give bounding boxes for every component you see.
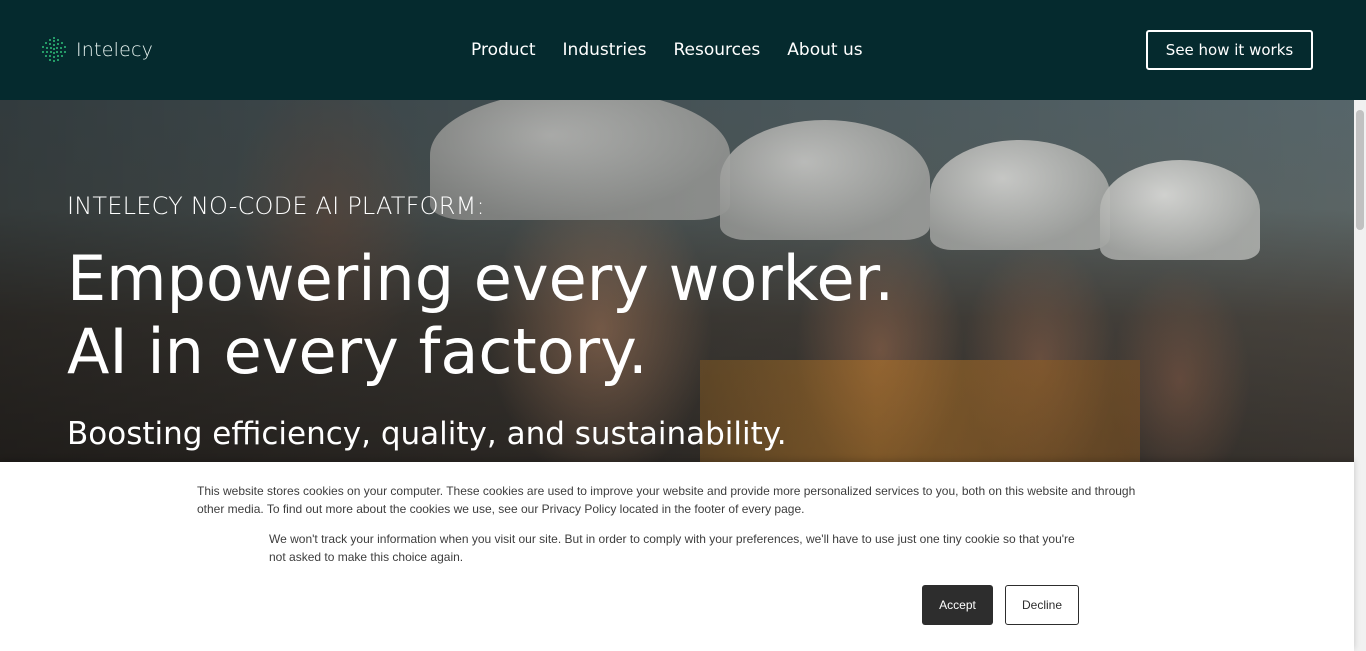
see-how-it-works-button[interactable]: See how it works bbox=[1146, 30, 1313, 70]
hero-title-line-1: Empowering every worker. bbox=[67, 242, 895, 315]
main-nav: Product Industries Resources About us bbox=[471, 38, 890, 62]
site-header: Intelecy Product Industries Resources Ab… bbox=[0, 0, 1366, 100]
accept-cookies-button[interactable]: Accept bbox=[922, 585, 993, 625]
decline-cookies-button[interactable]: Decline bbox=[1005, 585, 1079, 625]
brand-logo[interactable]: Intelecy bbox=[40, 36, 153, 64]
hero-title-line-2: AI in every factory. bbox=[67, 315, 648, 388]
hero-kicker: INTELECY NO-CODE AI PLATFORM: bbox=[67, 192, 485, 220]
hero-title: Empowering every worker. AI in every fac… bbox=[67, 242, 894, 388]
nav-about-us[interactable]: About us bbox=[787, 38, 862, 62]
hero-section: INTELECY NO-CODE AI PLATFORM: Empowering… bbox=[0, 100, 1354, 462]
hero-subtitle: Boosting efficiency, quality, and sustai… bbox=[67, 416, 787, 452]
scrollbar-thumb[interactable] bbox=[1356, 110, 1364, 230]
cookie-banner: This website stores cookies on your comp… bbox=[0, 462, 1354, 651]
nav-product[interactable]: Product bbox=[471, 38, 536, 62]
brand-name: Intelecy bbox=[76, 39, 154, 61]
nav-industries[interactable]: Industries bbox=[563, 38, 647, 62]
intelecy-logo-icon bbox=[42, 37, 66, 62]
page-scrollbar[interactable] bbox=[1354, 100, 1366, 651]
cookie-text-secondary: We won't track your information when you… bbox=[269, 532, 1075, 564]
cookie-text-primary: This website stores cookies on your comp… bbox=[197, 484, 1136, 516]
nav-resources[interactable]: Resources bbox=[673, 38, 760, 62]
